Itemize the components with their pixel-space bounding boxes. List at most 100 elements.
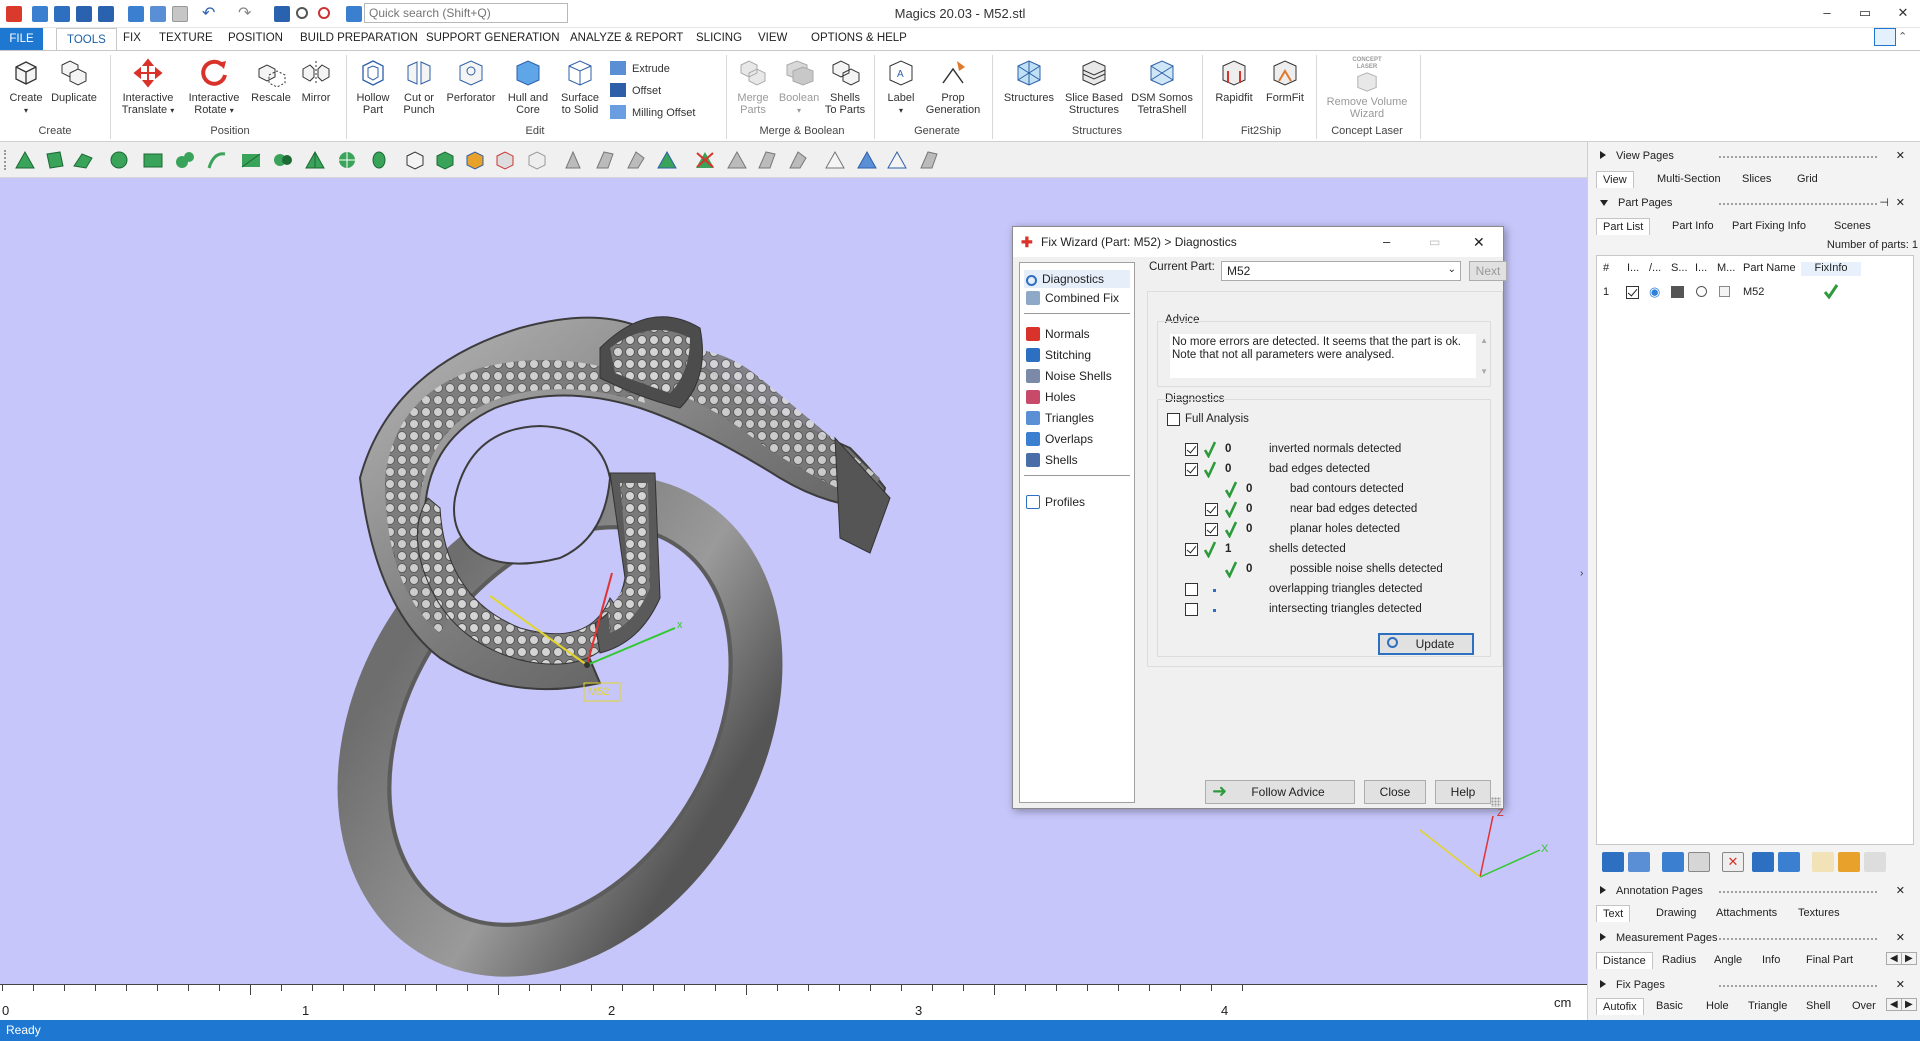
scroll-down-icon[interactable]: ▼	[1480, 365, 1488, 378]
measurement-pages-header[interactable]: Measurement Pages ✕	[1600, 932, 1905, 944]
nav-overlaps[interactable]: Overlaps	[1026, 432, 1093, 446]
dialog-title-bar[interactable]: ✚ Fix Wizard (Part: M52) > Diagnostics –…	[1013, 227, 1503, 257]
tab-overlap[interactable]: Over	[1846, 998, 1882, 1014]
shrink-marking-icon[interactable]	[886, 150, 908, 170]
milling-offset-button[interactable]: Milling Offset	[610, 105, 695, 119]
tab-attachments[interactable]: Attachments	[1710, 905, 1783, 921]
part-settings-icon[interactable]	[1752, 852, 1774, 872]
shells-checkbox[interactable]	[1185, 543, 1198, 556]
tab-basic[interactable]: Basic	[1650, 998, 1689, 1014]
bad-edges-checkbox[interactable]	[1185, 463, 1198, 476]
full-analysis-checkbox[interactable]	[1167, 413, 1180, 426]
column-header[interactable]: S...	[1671, 262, 1688, 274]
nav-noise-shells[interactable]: Noise Shells	[1026, 369, 1112, 383]
tab-options-help[interactable]: OPTIONS & HELP	[811, 32, 907, 44]
open-file-icon[interactable]	[54, 6, 70, 22]
nav-holes[interactable]: Holes	[1026, 390, 1076, 404]
nav-stitching[interactable]: Stitching	[1026, 348, 1091, 362]
slice-based-structures-button[interactable]: Slice Based Structures	[1062, 57, 1126, 116]
unmark-surface-icon[interactable]	[756, 150, 778, 170]
search-input[interactable]	[364, 3, 568, 23]
close-icon[interactable]: ✕	[1896, 149, 1905, 162]
tab-angle[interactable]: Angle	[1708, 952, 1748, 968]
tab-scroll-left-icon[interactable]: ◀	[1886, 998, 1902, 1011]
prop-generation-button[interactable]: Prop Generation	[920, 57, 986, 116]
minimize-button[interactable]: –	[1813, 2, 1841, 24]
tab-part-list[interactable]: Part List	[1596, 218, 1651, 235]
surface-select-icon[interactable]	[72, 150, 94, 170]
mirror-button[interactable]: Mirror	[296, 57, 336, 104]
panel-layout-icon[interactable]	[1874, 28, 1896, 46]
select-parts-icon[interactable]	[1628, 852, 1650, 872]
tab-drawing[interactable]: Drawing	[1650, 905, 1702, 921]
dsm-somos-tetrashell-button[interactable]: DSM Somos TetraShell	[1130, 57, 1194, 116]
nav-normals[interactable]: Normals	[1026, 327, 1090, 341]
ribbon-collapse-icon[interactable]: ⌃	[1898, 30, 1907, 43]
part-select-all-icon[interactable]	[434, 150, 456, 170]
cone-select-icon[interactable]	[368, 150, 390, 170]
export-icon[interactable]	[150, 6, 166, 22]
tab-position[interactable]: POSITION	[228, 32, 283, 44]
close-button[interactable]: Close	[1364, 780, 1426, 804]
remove-volume-wizard-button[interactable]: CONCEPT LASER Remove Volume Wizard	[1318, 57, 1416, 120]
restore-button[interactable]: ▭	[1851, 2, 1879, 24]
close-icon[interactable]: ✕	[1896, 931, 1905, 944]
tab-grid[interactable]: Grid	[1791, 171, 1824, 187]
column-header[interactable]: #	[1603, 262, 1609, 274]
redo-icon[interactable]: ↷	[238, 3, 254, 22]
tab-tools[interactable]: TOOLS	[56, 28, 117, 50]
expand-marking-icon[interactable]	[856, 150, 878, 170]
close-icon[interactable]: ✕	[1896, 978, 1905, 991]
tab-support-generation[interactable]: SUPPORT GENERATION	[426, 32, 560, 44]
invert-marking-icon[interactable]	[824, 150, 846, 170]
nav-shells[interactable]: Shells	[1026, 453, 1078, 467]
unmark-plane-icon[interactable]	[726, 150, 748, 170]
tab-textures[interactable]: Textures	[1792, 905, 1846, 921]
tab-shell[interactable]: Shell	[1800, 998, 1836, 1014]
mark-contour-icon[interactable]	[918, 150, 940, 170]
tab-scroll-right-icon[interactable]: ▶	[1901, 952, 1917, 965]
new-file-icon[interactable]	[32, 6, 48, 22]
part-color-icon[interactable]	[464, 150, 486, 170]
part-pages-header[interactable]: Part Pages ⊣ ✕	[1600, 197, 1905, 209]
nav-diagnostics[interactable]: Diagnostics	[1024, 270, 1130, 288]
mark-surface-icon[interactable]	[626, 150, 648, 170]
column-header[interactable]: FixInfo	[1801, 262, 1861, 276]
part-invert-icon[interactable]	[526, 150, 548, 170]
dialog-maximize-button[interactable]: ▭	[1429, 227, 1440, 257]
tab-triangle[interactable]: Triangle	[1742, 998, 1793, 1014]
circle-icon[interactable]	[1696, 286, 1707, 297]
tab-scroll-right-icon[interactable]: ▶	[1901, 998, 1917, 1011]
tab-scroll-left-icon[interactable]: ◀	[1886, 952, 1902, 965]
shaded-mode-icon[interactable]	[1671, 286, 1684, 298]
structures-button[interactable]: Structures	[998, 57, 1060, 104]
formfit-button[interactable]: FormFit	[1260, 57, 1310, 104]
dialog-close-button[interactable]: ✕	[1473, 227, 1485, 257]
save-icon[interactable]	[76, 6, 92, 22]
tab-multi-section[interactable]: Multi-Section	[1651, 171, 1727, 187]
label-button[interactable]: A Label ▾	[880, 57, 922, 117]
annotation-pages-header[interactable]: Annotation Pages ✕	[1600, 885, 1905, 897]
tab-hole[interactable]: Hole	[1700, 998, 1735, 1014]
save-as-icon[interactable]	[98, 6, 114, 22]
grow-select-icon[interactable]	[304, 150, 326, 170]
nav-combined-fix[interactable]: Combined Fix	[1026, 291, 1119, 305]
shells-to-parts-button[interactable]: Shells To Parts	[822, 57, 868, 116]
tab-part-fixing-info[interactable]: Part Fixing Info	[1726, 218, 1812, 234]
mark-plane-icon[interactable]	[594, 150, 616, 170]
triangle-select-icon[interactable]	[14, 150, 36, 170]
nav-triangles[interactable]: Triangles	[1026, 411, 1094, 425]
duplicate-part-icon[interactable]	[1662, 852, 1684, 872]
tab-radius[interactable]: Radius	[1656, 952, 1702, 968]
undo-icon[interactable]: ↶	[202, 3, 218, 22]
next-button[interactable]: Next	[1469, 261, 1507, 281]
tab-part-info[interactable]: Part Info	[1666, 218, 1720, 234]
rescale-button[interactable]: Rescale	[250, 57, 292, 104]
rapidfit-button[interactable]: Rapidfit	[1208, 57, 1260, 104]
eye-icon[interactable]: ◉	[1649, 284, 1660, 300]
create-button[interactable]: Create ▾	[6, 57, 46, 117]
update-button[interactable]: Update	[1378, 633, 1474, 655]
hull-and-core-button[interactable]: Hull and Core	[504, 57, 552, 116]
expand-select-icon[interactable]	[272, 150, 294, 170]
part-select-icon[interactable]	[404, 150, 426, 170]
